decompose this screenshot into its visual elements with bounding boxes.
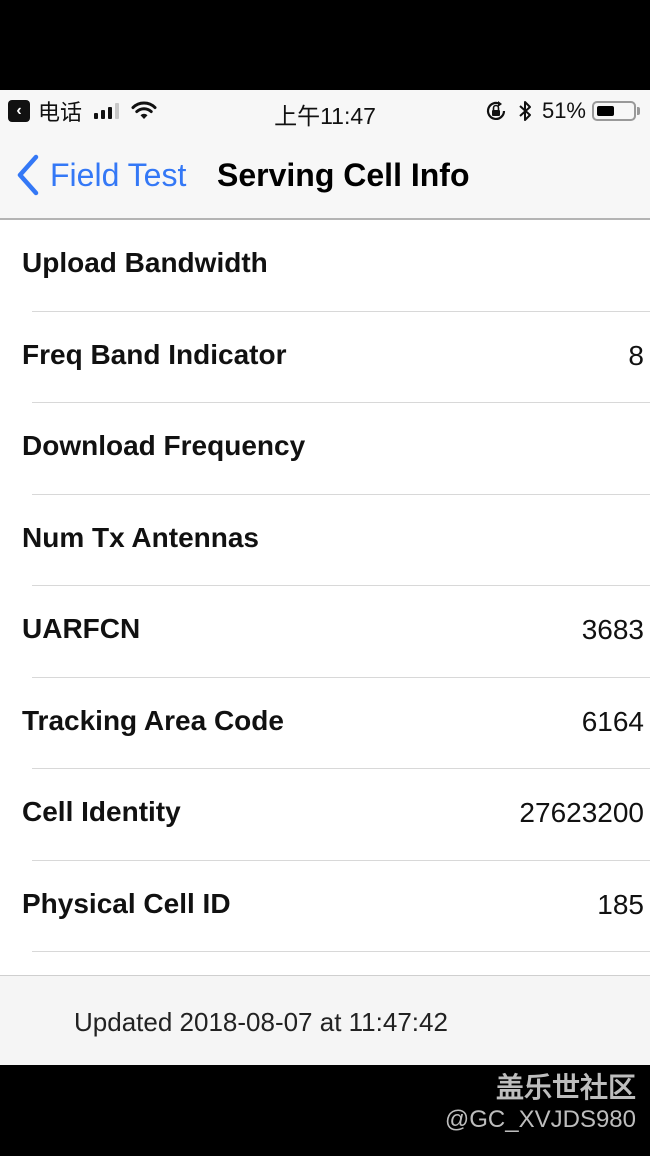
row-label: Download Frequency: [22, 430, 306, 461]
row-label: Cell Identity: [22, 796, 181, 827]
list-row-upload-bandwidth: Upload Bandwidth: [0, 220, 650, 312]
row-value: 6164: [581, 705, 644, 737]
row-label: Num Tx Antennas: [22, 521, 259, 553]
bluetooth-icon: [519, 101, 531, 121]
list-row-uarfcn: UARFCN 3683: [0, 586, 650, 678]
navigation-bar: Field Test Serving Cell Info: [0, 132, 650, 220]
row-label: Freq Band Indicator: [22, 338, 287, 370]
rotation-lock-icon: [486, 101, 506, 120]
row-value: 3683: [581, 614, 644, 645]
row-label: Tracking Area Code: [22, 704, 284, 736]
chevron-left-icon: [17, 154, 39, 196]
back-button-label: Field Test: [50, 156, 187, 193]
page-title: Serving Cell Info: [217, 157, 470, 193]
list-row-cell-identity: Cell Identity 27623200: [0, 769, 650, 861]
watermark-site: 盖乐世社区: [495, 1072, 636, 1103]
back-button[interactable]: Field Test: [16, 154, 186, 196]
battery-tip: [637, 107, 640, 115]
row-separator: [32, 951, 650, 952]
row-value: 8: [628, 339, 644, 371]
battery-icon: [592, 101, 636, 121]
row-label: Physical Cell ID: [22, 887, 231, 919]
phone-screen: ‹ 电话 上午11:47 51% Field Test Serving Cell…: [0, 90, 650, 1065]
status-bar: ‹ 电话 上午11:47 51%: [0, 90, 650, 132]
row-label: Upload Bandwidth: [22, 247, 268, 278]
list-row-tracking-area-code: Tracking Area Code 6164: [0, 678, 650, 769]
updated-timestamp: Updated 2018-08-07 at 11:47:42: [74, 1007, 448, 1037]
battery-percent: 51%: [541, 98, 586, 123]
list-row-freq-band-indicator: Freq Band Indicator 8: [0, 312, 650, 403]
row-label: UARFCN: [22, 613, 141, 644]
update-footer: Updated 2018-08-07 at 11:47:42: [0, 975, 650, 1065]
list-row-download-frequency: Download Frequency: [0, 403, 650, 495]
list-row-physical-cell-id: Physical Cell ID 185: [0, 861, 650, 952]
row-value: 27623200: [519, 797, 644, 828]
serving-cell-info-list: Upload Bandwidth Freq Band Indicator 8 D…: [0, 220, 650, 952]
list-row-num-tx-antennas: Num Tx Antennas: [0, 495, 650, 586]
watermark-user: @GC_XVJDS980: [444, 1106, 636, 1133]
row-value: 185: [597, 888, 644, 920]
battery-level-fill: [597, 106, 615, 116]
